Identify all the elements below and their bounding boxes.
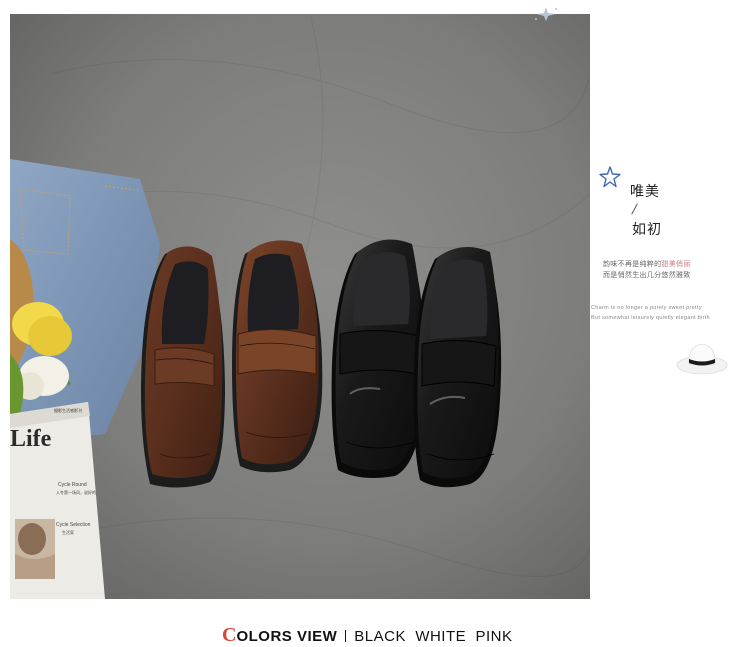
footer-accent-letter: C (222, 624, 237, 646)
magazine-header: 摄影生活感影刊 (54, 408, 82, 413)
cn-tagline-1: 韵味不再是纯粹的甜美俏丽 (603, 260, 691, 268)
magazine-title: Life (10, 426, 52, 452)
sparkle-star-icon (535, 7, 557, 21)
product-photo: 摄影生活感影刊 Life Cycle Round 入冬第一场风，说好的 Cycl… (10, 14, 590, 599)
cn-tagline-2: 而是悄然生出几分悠然雅致 (603, 271, 691, 279)
en-tagline-2: But somewhat leisurely quietly elegant b… (591, 315, 710, 321)
brown-shoe-right (232, 240, 323, 473)
blue-star-icon (599, 166, 621, 188)
shoes-scene (10, 14, 590, 599)
colors-view-footer: COLORS VIEW BLACK WHITE PINK (222, 624, 513, 646)
magazine-item-2: Cycle Selection (56, 522, 91, 528)
brown-shoe-left (141, 246, 225, 488)
heading-line-2: 如初 (632, 222, 662, 238)
footer-label: OLORS VIEW (236, 628, 338, 645)
hat-icon (676, 343, 728, 375)
magazine-item-2-sub: 生活家 (62, 530, 74, 535)
en-tagline-1: Charm is no longer a purely sweet pretty (591, 305, 702, 311)
magazine-item-1-sub: 入冬第一场风，说好的 (56, 490, 96, 495)
footer-colors: BLACK WHITE PINK (354, 628, 513, 645)
magazine-item-1: Cycle Round (58, 482, 87, 488)
black-shoe-right (413, 247, 502, 488)
footer-divider (345, 630, 347, 642)
heading-line-1: 唯美 (630, 184, 660, 200)
